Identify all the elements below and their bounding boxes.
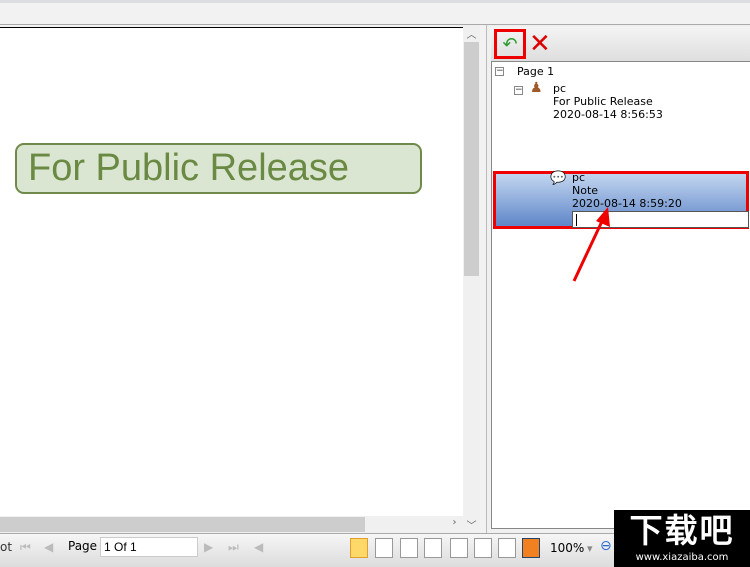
fit-page-button[interactable] [522,538,540,558]
panel-toolbar: ↶ ✕ [491,27,750,61]
fit-width-button[interactable] [474,538,492,558]
delete-button[interactable]: ✕ [529,30,551,58]
zoom-out-icon[interactable]: ⊖ [600,539,612,553]
first-page-icon[interactable]: ⏮ [20,540,31,555]
continuous-view-button[interactable] [375,538,393,558]
delete-x-icon: ✕ [529,29,551,59]
fit-height-button[interactable] [450,538,468,558]
tree-item-author: pc [572,171,586,184]
top-toolbar [0,0,750,25]
red-arrow-annotation [572,207,610,282]
reply-note-icon: ↶ [502,33,518,55]
tree-item-subject: Note [572,184,599,197]
stamp-annotation[interactable]: For Public Release [15,143,422,194]
collapse-icon[interactable]: − [495,67,504,76]
scroll-thumb[interactable] [464,42,479,276]
back-icon[interactable]: ◀ [254,540,263,554]
page-input[interactable] [100,537,198,557]
tree-page-label[interactable]: Page 1 [517,65,554,78]
stamp-icon: ♟ [530,80,543,96]
actual-size-button[interactable] [498,538,516,558]
tree-item-selected[interactable]: 💬 pc Note 2020-08-14 8:59:20 [493,171,749,229]
chevron-down-icon[interactable]: ▾ [587,542,593,555]
scroll-down-icon[interactable]: ﹀ [463,517,480,532]
zoom-level[interactable]: 100% [550,542,584,555]
cut-label: ot [0,540,13,554]
next-page-icon[interactable]: ▶ [204,540,213,554]
document-view[interactable]: For Public Release [0,27,463,516]
last-page-icon[interactable]: ⏭ [228,540,239,555]
previous-page-icon[interactable]: ◀ [44,540,53,554]
horizontal-scrollbar[interactable]: › [0,516,463,533]
scroll-right-icon[interactable]: › [446,517,463,528]
facing-view-button[interactable] [400,538,418,558]
annotations-panel: ↶ ✕ − Page 1 − ♟ pc For Public Release 2… [486,25,750,533]
scroll-up-icon[interactable]: ︿ [463,26,480,41]
page-label: Page [68,539,98,553]
watermark-logo: 下载吧 www.xiazaiba.com [614,510,750,567]
single-page-view-button[interactable] [350,538,368,558]
scroll-thumb[interactable] [0,517,365,532]
vertical-scrollbar[interactable]: ︿ ﹀ [463,25,480,533]
tree-item-date[interactable]: 2020-08-14 8:56:53 [553,108,663,121]
annotation-tree: − Page 1 − ♟ pc For Public Release 2020-… [491,61,750,529]
facing-continuous-view-button[interactable] [424,538,442,558]
tree-item-subject[interactable]: For Public Release [553,95,653,108]
tree-item-author[interactable]: pc [553,82,566,95]
note-comment-icon: 💬 [550,171,567,186]
watermark-url: www.xiazaiba.com [635,552,729,563]
collapse-icon[interactable]: − [514,86,523,95]
reply-note-button[interactable]: ↶ [494,29,526,59]
watermark-logo-text: 下载吧 [629,511,735,550]
